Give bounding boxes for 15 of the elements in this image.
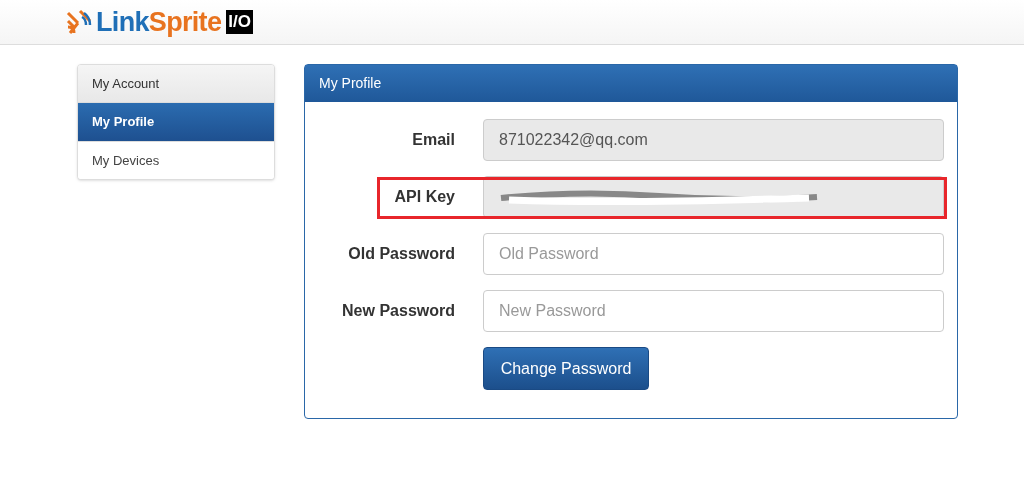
sidebar-item[interactable]: My Devices: [78, 141, 274, 179]
brand-badge: I/O: [226, 10, 253, 34]
input-field: 871022342@qq.com: [483, 119, 944, 161]
field-label: Old Password: [347, 244, 455, 264]
field-label: New Password: [341, 301, 455, 321]
input-field[interactable]: Old Password: [483, 233, 944, 275]
field-label: API Key: [393, 187, 455, 207]
change-password-button[interactable]: Change Password: [483, 347, 649, 390]
sidebar-item[interactable]: My Profile: [78, 103, 274, 141]
logo-icon: [66, 9, 92, 35]
panel-title: My Profile: [305, 65, 957, 102]
input-field[interactable]: New Password: [483, 290, 944, 332]
brand-name: LinkSprite: [96, 8, 222, 36]
sidebar-title: My Account: [78, 65, 274, 103]
field-label: Email: [411, 130, 455, 150]
